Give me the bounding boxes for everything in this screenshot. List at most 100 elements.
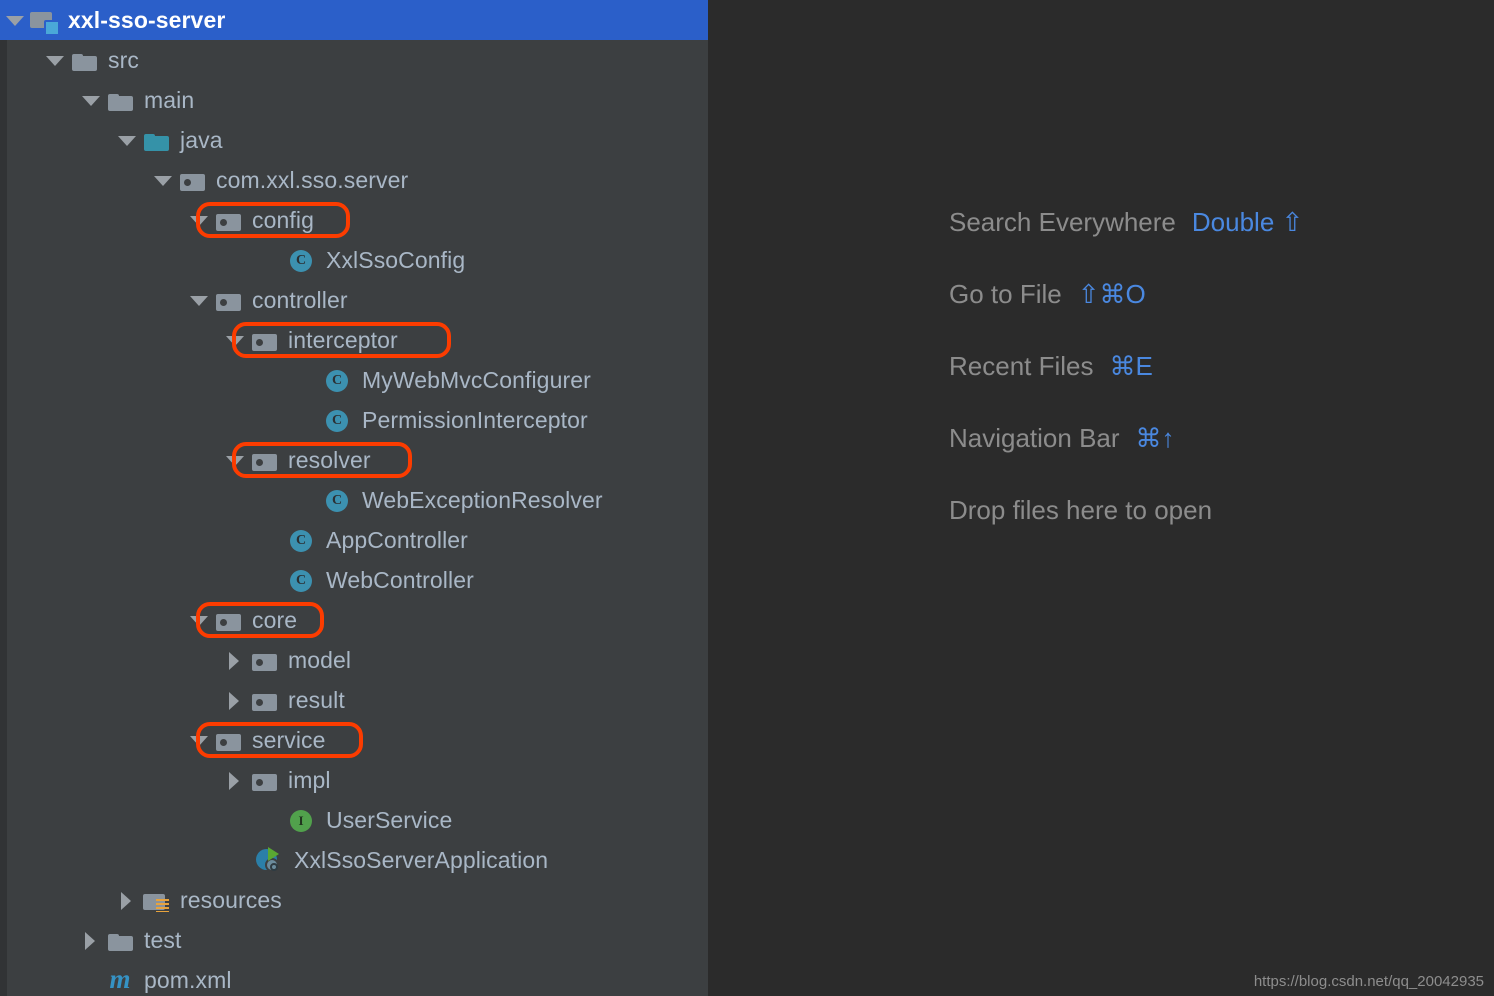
spring-boot-badge-icon	[265, 858, 279, 872]
java-interface-icon	[288, 806, 318, 834]
package-icon	[214, 726, 244, 754]
twisty-spacer	[296, 360, 322, 400]
folder-icon	[70, 46, 100, 74]
twisty-spacer	[296, 480, 322, 520]
module-folder-icon	[30, 6, 60, 36]
tree-row[interactable]: com.xxl.sso.server	[0, 160, 708, 200]
chevron-right-icon[interactable]	[114, 880, 140, 920]
tree-row-label: controller	[252, 286, 348, 313]
tree-row[interactable]: controller	[0, 280, 708, 320]
tree-row[interactable]: main	[0, 80, 708, 120]
twisty-spacer	[260, 520, 286, 560]
shortcut-hint-key: Double ⇧	[1191, 206, 1304, 237]
package-icon	[250, 326, 280, 354]
chevron-down-icon[interactable]	[150, 160, 176, 200]
chevron-right-icon[interactable]	[222, 760, 248, 800]
tree-row[interactable]: config	[0, 200, 708, 240]
folder-icon	[106, 926, 136, 954]
tree-row-label: PermissionInterceptor	[362, 406, 588, 433]
tree-row[interactable]: resolver	[0, 440, 708, 480]
tree-row-label: core	[252, 606, 298, 633]
tree-row-label: impl	[288, 766, 331, 793]
twisty-spacer	[78, 960, 104, 996]
twisty-spacer	[260, 800, 286, 840]
tree-row[interactable]: pom.xml	[0, 960, 708, 996]
chevron-down-icon[interactable]	[222, 440, 248, 480]
watermark: https://blog.csdn.net/qq_20042935	[1253, 973, 1484, 990]
tree-row[interactable]: src	[0, 40, 708, 80]
chevron-down-icon[interactable]	[78, 80, 104, 120]
tree-row[interactable]: XxlSsoConfig	[0, 240, 708, 280]
source-folder-icon	[142, 126, 172, 154]
tree-row-label: WebController	[326, 566, 474, 593]
spring-boot-app-icon	[256, 846, 286, 874]
chevron-down-icon[interactable]	[2, 0, 28, 40]
shortcut-hint: Go to File ⇧⌘O	[949, 258, 1469, 330]
package-icon	[250, 646, 280, 674]
shortcut-hint-key: ⇧⌘O	[1077, 278, 1146, 309]
tree-row[interactable]: java	[0, 120, 708, 160]
maven-file-icon	[106, 964, 136, 995]
shortcut-hint-label: Recent Files	[949, 350, 1094, 381]
tree-row[interactable]: AppController	[0, 520, 708, 560]
project-tree-panel: xxl-sso-server src main java com.xxl.sso.ser…	[0, 0, 708, 996]
chevron-down-icon[interactable]	[186, 280, 212, 320]
chevron-right-icon[interactable]	[222, 680, 248, 720]
package-icon	[178, 166, 208, 194]
shortcut-hint-label: Go to File	[949, 278, 1062, 309]
tree-row[interactable]: core	[0, 600, 708, 640]
tree-row[interactable]: XxlSsoServerApplication	[0, 840, 708, 880]
tree-row[interactable]: test	[0, 920, 708, 960]
tree-row-label: config	[252, 206, 314, 233]
package-icon	[214, 286, 244, 314]
tree-row[interactable]: resources	[0, 880, 708, 920]
package-icon	[250, 686, 280, 714]
ide-window: xxl-sso-server src main java com.xxl.sso.ser…	[0, 0, 1494, 996]
chevron-down-icon[interactable]	[222, 320, 248, 360]
tree-row-label: interceptor	[288, 326, 398, 353]
shortcut-hint-key: ⌘E	[1109, 350, 1153, 381]
tree-row[interactable]: PermissionInterceptor	[0, 400, 708, 440]
tree-row[interactable]: WebExceptionResolver	[0, 480, 708, 520]
resources-folder-icon	[142, 886, 172, 914]
chevron-right-icon[interactable]	[78, 920, 104, 960]
tree-row-label: service	[252, 726, 326, 753]
tree-row-label: src	[108, 46, 139, 73]
tree-row-label: result	[288, 686, 345, 713]
chevron-right-icon[interactable]	[222, 640, 248, 680]
editor-empty-area: Search Everywhere Double ⇧ Go to File ⇧⌘O Re…	[708, 0, 1494, 996]
tree-row-label: model	[288, 646, 352, 673]
tree-row-label: com.xxl.sso.server	[216, 166, 409, 193]
shortcut-hint: Search Everywhere Double ⇧	[949, 186, 1469, 258]
project-tree[interactable]: xxl-sso-server src main java com.xxl.sso.ser…	[0, 0, 708, 996]
tree-row-label: WebExceptionResolver	[362, 486, 603, 513]
package-icon	[214, 606, 244, 634]
chevron-down-icon[interactable]	[114, 120, 140, 160]
java-class-icon	[324, 486, 354, 514]
folder-icon	[106, 86, 136, 114]
tree-row-label: UserService	[326, 806, 453, 833]
tree-row[interactable]: WebController	[0, 560, 708, 600]
chevron-down-icon[interactable]	[42, 40, 68, 80]
java-class-icon	[324, 406, 354, 434]
package-icon	[250, 446, 280, 474]
tree-row-label: AppController	[326, 526, 468, 553]
shortcut-hint: Drop files here to open	[949, 474, 1469, 546]
chevron-down-icon[interactable]	[186, 200, 212, 240]
shortcut-hint-label: Search Everywhere	[949, 206, 1176, 237]
tree-row-label: MyWebMvcConfigurer	[362, 366, 591, 393]
tree-row[interactable]: interceptor	[0, 320, 708, 360]
tree-row[interactable]: result	[0, 680, 708, 720]
chevron-down-icon[interactable]	[186, 600, 212, 640]
tree-row[interactable]: service	[0, 720, 708, 760]
package-icon	[214, 206, 244, 234]
tree-row[interactable]: model	[0, 640, 708, 680]
tree-row[interactable]: MyWebMvcConfigurer	[0, 360, 708, 400]
tree-row[interactable]: xxl-sso-server	[0, 0, 708, 40]
tree-row[interactable]: UserService	[0, 800, 708, 840]
tree-row[interactable]: impl	[0, 760, 708, 800]
tree-row-label: test	[144, 926, 182, 953]
twisty-spacer	[228, 840, 254, 880]
chevron-down-icon[interactable]	[186, 720, 212, 760]
twisty-spacer	[260, 560, 286, 600]
